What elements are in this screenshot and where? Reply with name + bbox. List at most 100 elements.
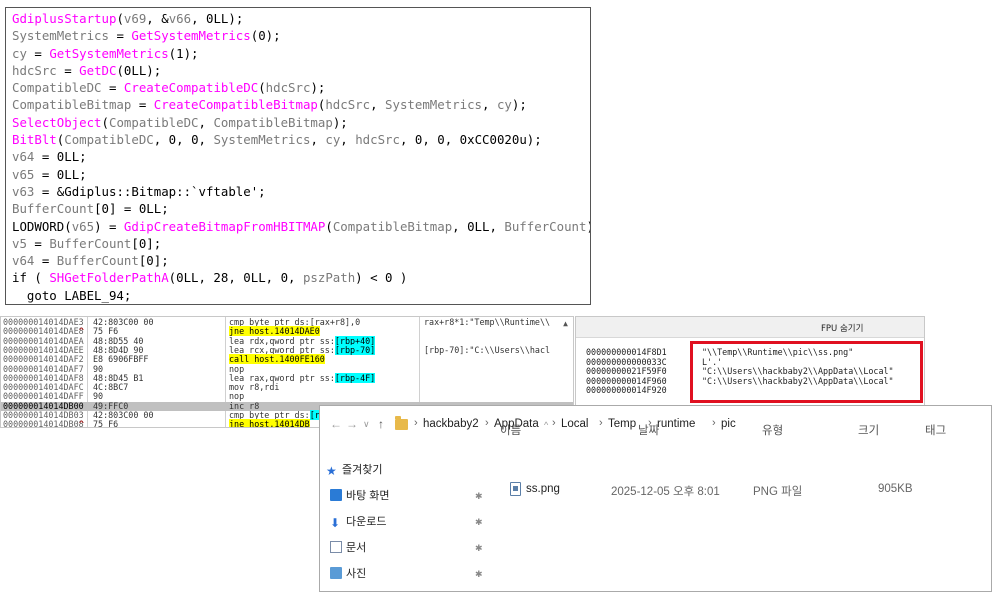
code-line[interactable]: v63 = &Gdiplus::Bitmap::`vftable'; bbox=[12, 183, 590, 200]
code-line[interactable]: CompatibleBitmap = CreateCompatibleBitma… bbox=[12, 96, 590, 113]
folder-icon bbox=[395, 416, 408, 430]
code-token: SelectObject bbox=[12, 114, 102, 130]
sidebar-item-label: 다운로드 bbox=[346, 516, 387, 528]
code-token: hdcSrc bbox=[12, 62, 57, 78]
code-token: v69 bbox=[123, 11, 147, 26]
file-row[interactable]: ss.png 2025-12-05 오후 8:01 PNG 파일 905KB bbox=[500, 482, 991, 501]
code-line[interactable]: *(__m128i *)BufferCount = _mm_load_si128… bbox=[12, 304, 590, 305]
disasm-comment: [rbp-70]:"C:\\Users\\hacl bbox=[424, 345, 551, 355]
pin-icon[interactable]: ✱ bbox=[475, 517, 483, 528]
file-icon bbox=[510, 482, 521, 496]
fpu-header: FPU 숨기기 bbox=[576, 317, 924, 338]
chevron-down-icon[interactable]: ∨ bbox=[363, 419, 370, 430]
code-line[interactable]: hdcSrc = GetDC(0LL); bbox=[12, 62, 590, 79]
code-line[interactable]: SelectObject(CompatibleDC, CompatibleBit… bbox=[12, 114, 590, 131]
instruction-part: ,0 bbox=[350, 317, 361, 327]
code-token: , 0, 0, bbox=[153, 132, 214, 148]
star-icon: ★ bbox=[326, 464, 337, 478]
code-token: = bbox=[101, 80, 124, 96]
code-token: = bbox=[26, 45, 50, 61]
code-token: , bbox=[370, 97, 386, 113]
code-token: ( bbox=[116, 11, 124, 26]
dump-address: 000000000014F920 bbox=[586, 385, 667, 396]
code-line[interactable]: BufferCount[0] = 0LL; bbox=[12, 200, 590, 217]
code-line[interactable]: SystemMetrics = GetSystemMetrics(0); bbox=[12, 27, 590, 44]
code-token: hdcSrc bbox=[265, 80, 311, 96]
code-line[interactable]: CompatibleDC = CreateCompatibleDC(hdcSrc… bbox=[12, 79, 590, 96]
column-type[interactable]: 유형 bbox=[762, 422, 783, 438]
code-token: = &Gdiplus::Bitmap::`vftable'; bbox=[34, 183, 266, 199]
pin-icon[interactable]: ✱ bbox=[475, 569, 483, 580]
column-tag[interactable]: 태그 bbox=[925, 422, 946, 438]
code-token: (0); bbox=[250, 28, 281, 44]
code-token: ); bbox=[586, 219, 590, 234]
code-token: = bbox=[26, 235, 50, 251]
back-icon[interactable]: ← bbox=[330, 417, 342, 431]
disasm-row[interactable]: 000000014014DAF8 48:8D45 B1 lea rax,qword … bbox=[1, 372, 573, 384]
code-token: cy bbox=[325, 132, 341, 148]
code-token: v63 bbox=[12, 183, 35, 199]
code-token: v5 bbox=[12, 235, 27, 251]
code-token: GetSystemMetrics bbox=[49, 45, 169, 61]
file-explorer-window: ← → ∨ ↑ › hackbaby2 › AppData › Local › Temp › ru… bbox=[319, 405, 992, 592]
sidebar-item[interactable]: 바탕 화면 bbox=[330, 488, 390, 504]
code-token: ( bbox=[258, 80, 266, 96]
column-date[interactable]: 날짜 bbox=[638, 422, 659, 438]
code-line[interactable]: v65 = 0LL; bbox=[12, 166, 590, 183]
code-token: CompatibleDC bbox=[64, 132, 154, 148]
code-token: cy bbox=[12, 45, 27, 61]
code-token: = bbox=[131, 97, 154, 113]
sidebar-item[interactable]: 문서 bbox=[330, 540, 366, 556]
column-name[interactable]: 이름 bbox=[500, 422, 521, 438]
disasm-address: 000000014014DB08 bbox=[3, 419, 84, 428]
forward-icon[interactable]: → bbox=[346, 417, 358, 431]
breadcrumb-item[interactable]: hackbaby2 bbox=[423, 418, 479, 430]
code-line[interactable]: cy = GetSystemMetrics(1); bbox=[12, 45, 590, 62]
code-token: , 0LL); bbox=[191, 11, 244, 26]
sidebar-item[interactable]: ★ 즐겨찾기 bbox=[326, 462, 382, 478]
code-line[interactable]: LODWORD(v65) = GdipCreateBitmapFromHBITM… bbox=[12, 218, 590, 235]
chevron-right-icon: › bbox=[485, 417, 489, 429]
disasm-row[interactable]: 000000014014DAF2 E8 6906FBFF call host.140… bbox=[1, 354, 573, 365]
code-token: CompatibleDC bbox=[109, 114, 199, 130]
code-token: goto LABEL_94; bbox=[12, 287, 132, 303]
column-size[interactable]: 크기 bbox=[858, 422, 879, 438]
pin-icon[interactable]: ✱ bbox=[475, 543, 483, 554]
code-token: , 0LL, bbox=[452, 218, 505, 234]
column-header: 이름 ^ 날짜 유형 크기 태그 bbox=[500, 420, 991, 446]
sidebar-item[interactable]: 사진 bbox=[330, 566, 366, 582]
chevron-right-icon: › bbox=[414, 417, 418, 429]
pin-icon[interactable]: ✱ bbox=[475, 491, 483, 502]
code-token: cy bbox=[496, 97, 512, 113]
sidebar-item-label: 즐겨찾기 bbox=[342, 464, 383, 476]
disasm-row[interactable]: 000000014014DAFF 90 nop bbox=[1, 392, 573, 402]
code-line[interactable]: v64 = BufferCount[0]; bbox=[12, 252, 590, 269]
code-token: (1); bbox=[168, 45, 199, 61]
code-token: ) < 0 ) bbox=[355, 270, 408, 286]
code-token: v64 bbox=[12, 253, 35, 269]
code-token: [0]; bbox=[138, 253, 169, 269]
up-icon[interactable]: ↑ bbox=[378, 417, 384, 431]
code-token: = 0LL; bbox=[34, 166, 87, 182]
code-token: LODWORD( bbox=[12, 218, 72, 234]
code-line[interactable]: v64 = 0LL; bbox=[12, 148, 590, 165]
code-line[interactable]: goto LABEL_94; bbox=[12, 287, 590, 304]
fpu-toggle-button[interactable]: FPU 숨기기 bbox=[821, 322, 863, 334]
code-token: , bbox=[310, 132, 326, 148]
code-token: BufferCount bbox=[56, 253, 139, 269]
file-date: 2025-12-05 오후 8:01 bbox=[611, 486, 720, 498]
code-line[interactable]: GdiplusStartup(v69, &v66, 0LL); bbox=[12, 10, 590, 27]
code-token: hdcSrc bbox=[355, 132, 400, 148]
code-token: pszPath bbox=[302, 270, 356, 286]
code-line[interactable]: BitBlt(CompatibleDC, 0, 0, SystemMetrics… bbox=[12, 131, 590, 148]
sidebar-item[interactable]: ⬇ 다운로드 bbox=[330, 514, 386, 530]
code-token: v66 bbox=[168, 11, 192, 26]
code-line[interactable]: if ( SHGetFolderPathA(0LL, 28, 0LL, 0, p… bbox=[12, 269, 590, 286]
code-line[interactable]: v5 = BufferCount[0]; bbox=[12, 235, 590, 252]
disasm-instruction: jne host.14014DB bbox=[229, 419, 310, 428]
code-token: , bbox=[198, 114, 214, 130]
instruction-part: jne host.14014DB bbox=[229, 419, 310, 428]
code-token: CreateCompatibleDC bbox=[123, 80, 259, 96]
dump-row[interactable]: 000000000014F920 bbox=[586, 385, 702, 396]
disasm-row[interactable]: 000000014014DAFC 4C:8BC7 mov r8,rdi bbox=[1, 382, 573, 393]
